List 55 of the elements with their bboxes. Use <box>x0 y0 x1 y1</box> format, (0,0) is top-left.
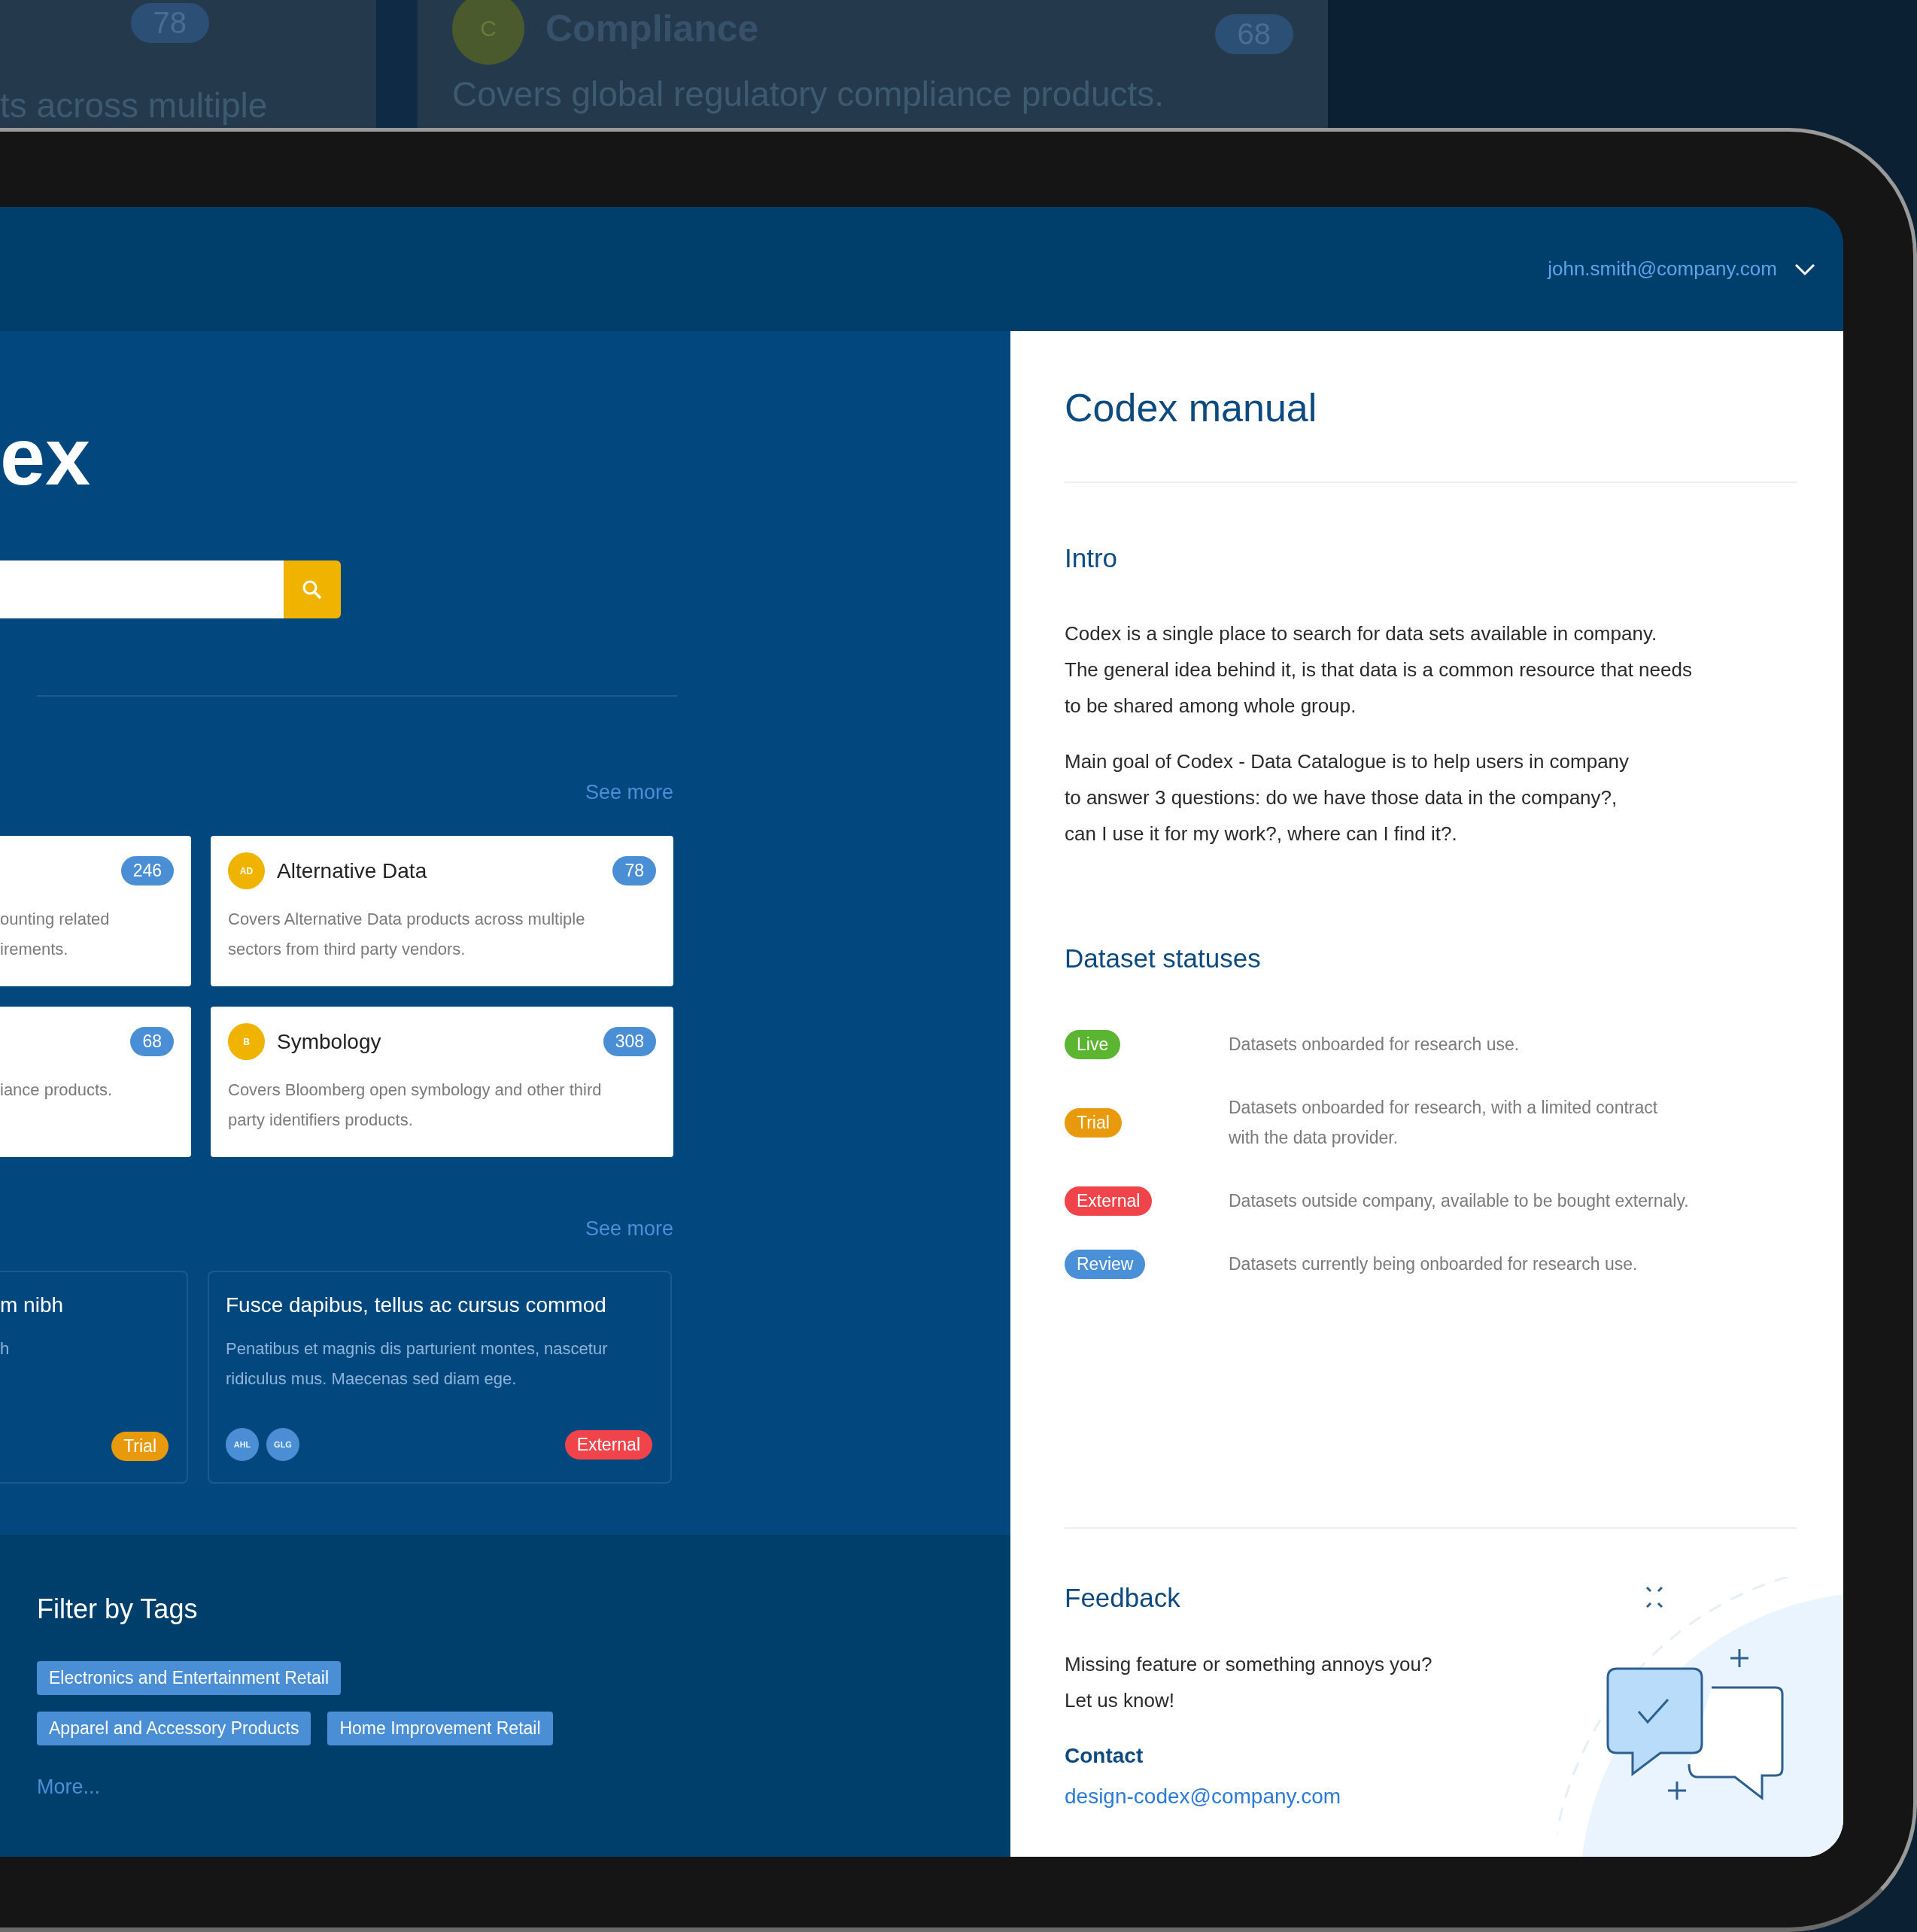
feedback-text: Missing feature or something annoys you? Let us know! <box>1065 1652 1433 1713</box>
tag-chip[interactable]: Apparel and Accessory Products <box>37 1712 311 1745</box>
count-badge: 68 <box>130 1027 174 1056</box>
tag-chip[interactable]: Electronics and Entertainment Retail <box>37 1661 342 1695</box>
card-title: Symbology <box>277 1029 382 1054</box>
card-description: Covers Bloomberg open symbology and other third party identifiers products. <box>228 1080 603 1131</box>
status-pill: Trial <box>1065 1107 1122 1138</box>
section-heading: Feedback <box>1065 1583 1181 1613</box>
app-title: ex <box>0 415 92 498</box>
search-field[interactable] <box>0 560 284 618</box>
search-button[interactable] <box>284 560 341 618</box>
tag-avatar: AHL <box>226 1428 259 1461</box>
dataset-card[interactable]: Fusce dapibus, tellus ac cursus commod Penatibus et magnis dis parturient montes, nascetur ridiculus mus. Maecenas sed diam ege. AHL GLG External <box>208 1271 672 1484</box>
card-description: ounting related irements. <box>0 909 111 960</box>
section-title: Filter by Tags <box>37 1593 199 1625</box>
panel-title: Codex manual <box>1065 385 1318 430</box>
chevron-down-icon[interactable] <box>1794 262 1816 276</box>
card-description: Covers Alternative Data products across multiple sectors from third party vendors. <box>228 909 586 960</box>
category-card[interactable]: 246 ounting related irements. <box>0 836 191 986</box>
status-description: Datasets outside company, available to be bought externaly. <box>1229 1190 1690 1212</box>
card-title: Alternative Data <box>277 858 428 883</box>
contact-email-link[interactable]: design-codex@company.com <box>1065 1785 1341 1808</box>
status-pill: Live <box>1065 1029 1121 1059</box>
status-pill: External <box>564 1429 652 1460</box>
card-description: h <box>0 1338 11 1359</box>
more-link[interactable]: More... <box>37 1776 101 1798</box>
user-email[interactable]: john.smith@company.com <box>1548 257 1777 281</box>
status-pill: Review <box>1065 1249 1146 1279</box>
status-description: Datasets onboarded for research, with a limited contract with the data provider. <box>1229 1097 1659 1149</box>
section-heading: Intro <box>1065 543 1119 573</box>
category-card[interactable]: B Symbology 308 Covers Bloomberg open symbology and other third party identifiers products. <box>211 1007 673 1157</box>
count-badge: 308 <box>603 1027 656 1056</box>
avatar: B <box>228 1023 265 1060</box>
count-badge: 78 <box>612 856 656 886</box>
card-title: Fusce dapibus, tellus ac cursus commod <box>226 1293 607 1317</box>
paragraph: Codex is a single place to search for data sets available in company. The general idea behind it, is that data is a common resource that needs to be shared among whole group. <box>1065 621 1693 718</box>
status-description: Datasets onboarded for research use. <box>1229 1034 1521 1056</box>
see-more-link[interactable]: See more <box>585 781 673 803</box>
see-more-link[interactable]: See more <box>585 1217 673 1240</box>
tag-avatar: GLG <box>266 1428 299 1461</box>
card-description: Penatibus et magnis dis parturient montes, nascetur ridiculus mus. Maecenas sed diam ege. <box>226 1338 609 1390</box>
avatar: AD <box>228 852 265 889</box>
category-card[interactable]: AD Alternative Data 78 Covers Alternative Data products across multiple sectors from third party vendors. <box>211 836 673 986</box>
status-pill: Trial <box>111 1432 169 1461</box>
status-description: Datasets currently being onboarded for research use. <box>1229 1253 1639 1275</box>
card-description: iance products. <box>0 1080 114 1101</box>
section-heading: Dataset statuses <box>1065 943 1262 974</box>
paragraph: Main goal of Codex - Data Catalogue is to help users in company to answer 3 questions: do we have those data in the company?, can I use it for my work?, where can I find it?. <box>1065 749 1630 846</box>
count-badge: 246 <box>120 856 174 886</box>
category-card[interactable]: 68 iance products. <box>0 1007 191 1157</box>
card-title: m nibh <box>0 1293 65 1317</box>
dataset-card[interactable]: m nibh h Trial <box>0 1271 188 1484</box>
tag-chip[interactable]: Home Improvement Retail <box>327 1712 553 1745</box>
status-pill: External <box>1065 1186 1153 1216</box>
contact-label: Contact <box>1065 1744 1144 1768</box>
